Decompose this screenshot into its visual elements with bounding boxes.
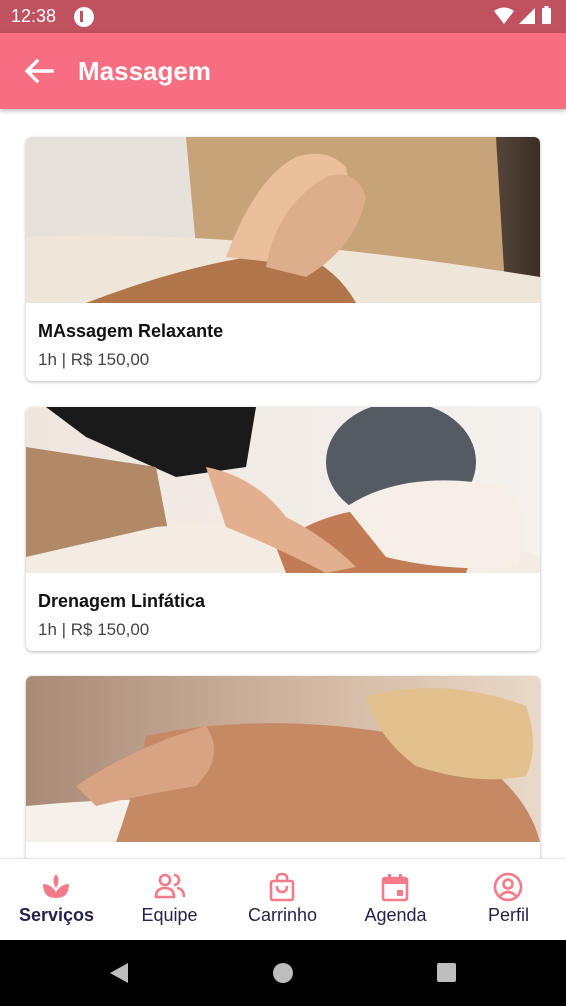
wifi-icon bbox=[494, 7, 514, 24]
service-info: 1h | R$ 150,00 bbox=[38, 350, 150, 369]
app-bar: Massagem bbox=[0, 33, 566, 109]
service-photo bbox=[26, 137, 540, 303]
service-photo bbox=[26, 407, 540, 573]
system-recents-icon[interactable] bbox=[436, 962, 457, 983]
bottom-navigation: Serviços Equipe Carrinho Agenda Perfil bbox=[0, 859, 566, 940]
nav-label: Perfil bbox=[487, 905, 529, 925]
nav-item-carrinho[interactable]: Carrinho bbox=[226, 859, 339, 940]
status-bar: 12:38 bbox=[0, 0, 566, 33]
nav-item-servicos[interactable]: Serviços bbox=[0, 859, 113, 940]
system-navigation-bar bbox=[0, 940, 566, 1006]
signal-icon bbox=[519, 8, 535, 24]
page-title: Massagem bbox=[78, 56, 211, 86]
nav-label: Agenda bbox=[364, 905, 427, 925]
services-list: MAssagem Relaxante 1h | R$ 150,00 Drenag… bbox=[0, 110, 566, 859]
service-card[interactable] bbox=[26, 676, 540, 859]
nav-item-perfil[interactable]: Perfil bbox=[452, 859, 565, 940]
nav-item-agenda[interactable]: Agenda bbox=[339, 859, 452, 940]
people-icon bbox=[154, 873, 186, 899]
notification-app-icon bbox=[74, 7, 94, 27]
service-card[interactable]: MAssagem Relaxante 1h | R$ 150,00 bbox=[26, 137, 540, 381]
status-time: 12:38 bbox=[11, 6, 57, 26]
spa-icon bbox=[43, 874, 69, 898]
service-card[interactable]: Drenagem Linfática 1h | R$ 150,00 bbox=[26, 407, 540, 651]
shopping-bag-icon bbox=[269, 872, 295, 902]
service-info: 1h | R$ 150,00 bbox=[38, 620, 150, 639]
nav-label: Carrinho bbox=[247, 905, 318, 925]
nav-item-equipe[interactable]: Equipe bbox=[113, 859, 226, 940]
service-name: Drenagem Linfática bbox=[38, 591, 206, 611]
calendar-icon bbox=[381, 874, 409, 902]
profile-icon bbox=[493, 872, 523, 902]
battery-icon bbox=[542, 8, 551, 24]
service-photo bbox=[26, 676, 540, 842]
nav-label: Equipe bbox=[141, 905, 198, 925]
status-icons bbox=[494, 6, 551, 24]
system-back-icon[interactable] bbox=[108, 962, 130, 984]
nav-label: Serviços bbox=[18, 905, 95, 925]
back-arrow-icon[interactable] bbox=[22, 57, 54, 85]
system-home-icon[interactable] bbox=[272, 962, 294, 984]
service-name: MAssagem Relaxante bbox=[38, 321, 224, 341]
